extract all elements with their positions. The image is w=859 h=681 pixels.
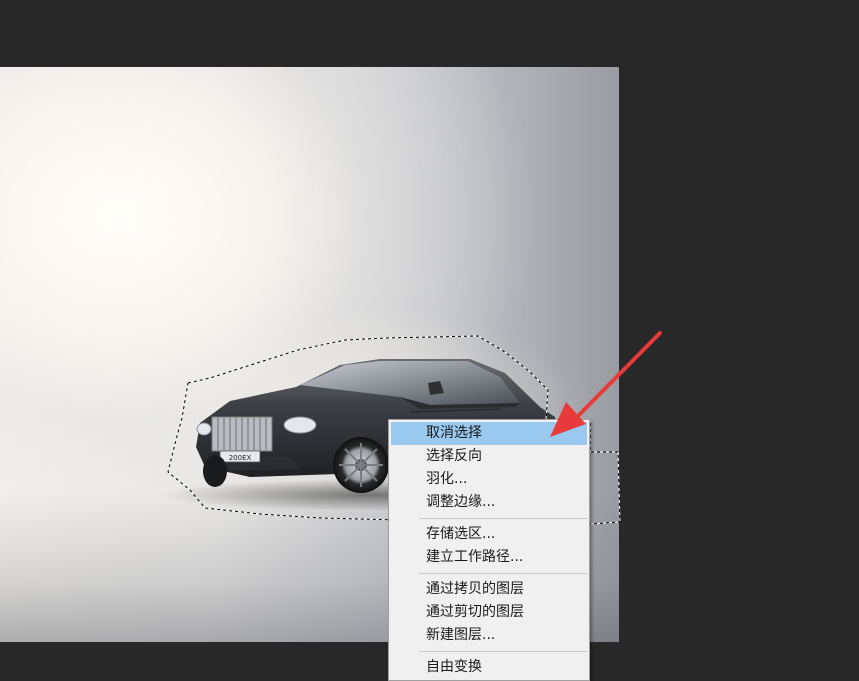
menu-separator <box>419 573 587 574</box>
context-menu: 取消选择 选择反向 羽化... 调整边缘... 存储选区... 建立工作路径..… <box>388 419 590 681</box>
menu-separator <box>419 518 587 519</box>
menu-item-save-selection[interactable]: 存储选区... <box>391 523 587 546</box>
menu-item-refine-edge[interactable]: 调整边缘... <box>391 491 587 514</box>
menu-item-free-transform[interactable]: 自由变换 <box>391 656 587 679</box>
menu-item-make-work-path[interactable]: 建立工作路径... <box>391 546 587 569</box>
menu-item-deselect[interactable]: 取消选择 <box>391 422 587 445</box>
menu-group-selection: 取消选择 选择反向 羽化... 调整边缘... <box>389 422 589 514</box>
menu-item-select-inverse[interactable]: 选择反向 <box>391 445 587 468</box>
menu-group-save: 存储选区... 建立工作路径... <box>389 523 589 569</box>
menu-item-new-layer[interactable]: 新建图层... <box>391 624 587 647</box>
photoshop-workspace: 200EX 取消选择 选择反向 羽化... 调整边缘... 存储选区... 建立… <box>0 0 859 681</box>
license-plate-text: 200EX <box>229 454 252 462</box>
menu-item-layer-via-cut[interactable]: 通过剪切的图层 <box>391 601 587 624</box>
menu-item-layer-via-copy[interactable]: 通过拷贝的图层 <box>391 578 587 601</box>
menu-group-layers: 通过拷贝的图层 通过剪切的图层 新建图层... <box>389 578 589 647</box>
menu-group-transform: 自由变换 <box>389 656 589 679</box>
menu-separator <box>419 651 587 652</box>
menu-item-feather[interactable]: 羽化... <box>391 468 587 491</box>
